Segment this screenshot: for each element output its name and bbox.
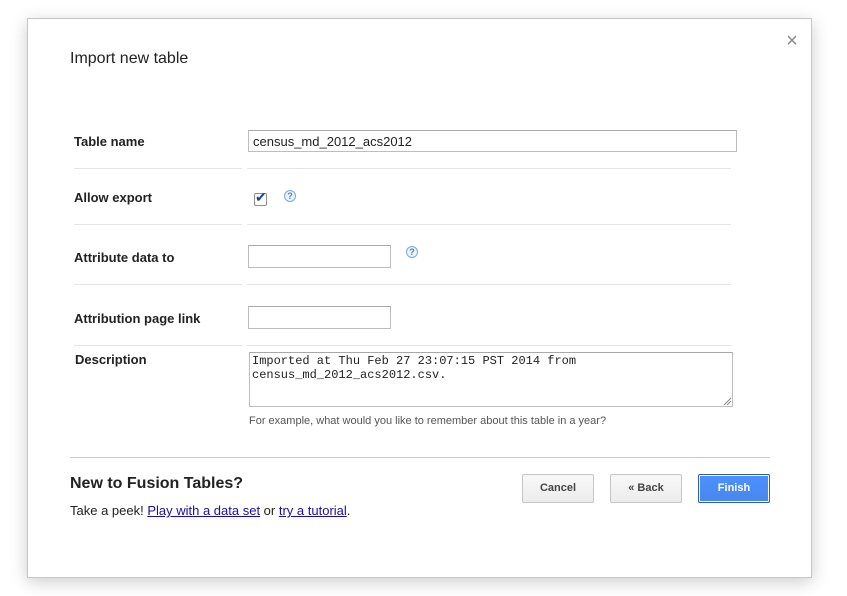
row-divider	[247, 284, 731, 285]
attribute-data-to-label: Attribute data to	[74, 250, 175, 265]
help-icon[interactable]: ?	[284, 190, 296, 202]
promo-text: Take a peek! Play with a data set or try…	[70, 503, 350, 518]
table-name-input[interactable]	[248, 130, 737, 152]
description-hint: For example, what would you like to reme…	[249, 415, 607, 427]
attribution-page-link-label: Attribution page link	[74, 311, 201, 326]
row-divider	[74, 284, 242, 285]
attribution-page-link-input[interactable]	[248, 306, 391, 329]
allow-export-label: Allow export	[74, 190, 153, 205]
play-with-data-set-link[interactable]: Play with a data set	[147, 503, 260, 518]
allow-export-checkbox[interactable]: ✔	[254, 189, 267, 206]
footer-divider	[70, 457, 770, 458]
help-icon[interactable]: ?	[406, 246, 418, 258]
row-divider	[247, 345, 731, 346]
cancel-button[interactable]: Cancel	[522, 474, 594, 503]
description-label: Description	[75, 352, 147, 367]
back-button[interactable]: « Back	[610, 474, 682, 503]
attribute-data-to-input[interactable]	[248, 245, 391, 268]
dialog-title: Import new table	[70, 50, 189, 67]
row-divider	[247, 168, 731, 169]
finish-button[interactable]: Finish	[698, 474, 770, 503]
promo-suffix: .	[346, 503, 351, 518]
import-table-dialog: × Import new table Table name Allow expo…	[27, 18, 812, 578]
description-textarea[interactable]	[249, 352, 733, 407]
row-divider	[74, 224, 242, 225]
close-icon[interactable]: ×	[784, 31, 800, 51]
row-divider	[74, 168, 242, 169]
promo-prefix: Take a peek!	[70, 503, 148, 518]
row-divider	[247, 224, 731, 225]
row-divider	[74, 345, 242, 346]
promo-title: New to Fusion Tables?	[70, 475, 244, 492]
checkmark-icon: ✔	[255, 189, 267, 205]
table-name-label: Table name	[74, 134, 145, 149]
try-tutorial-link[interactable]: try a tutorial	[279, 503, 347, 518]
promo-middle: or	[260, 503, 279, 518]
resize-grip-icon[interactable]	[722, 396, 732, 406]
